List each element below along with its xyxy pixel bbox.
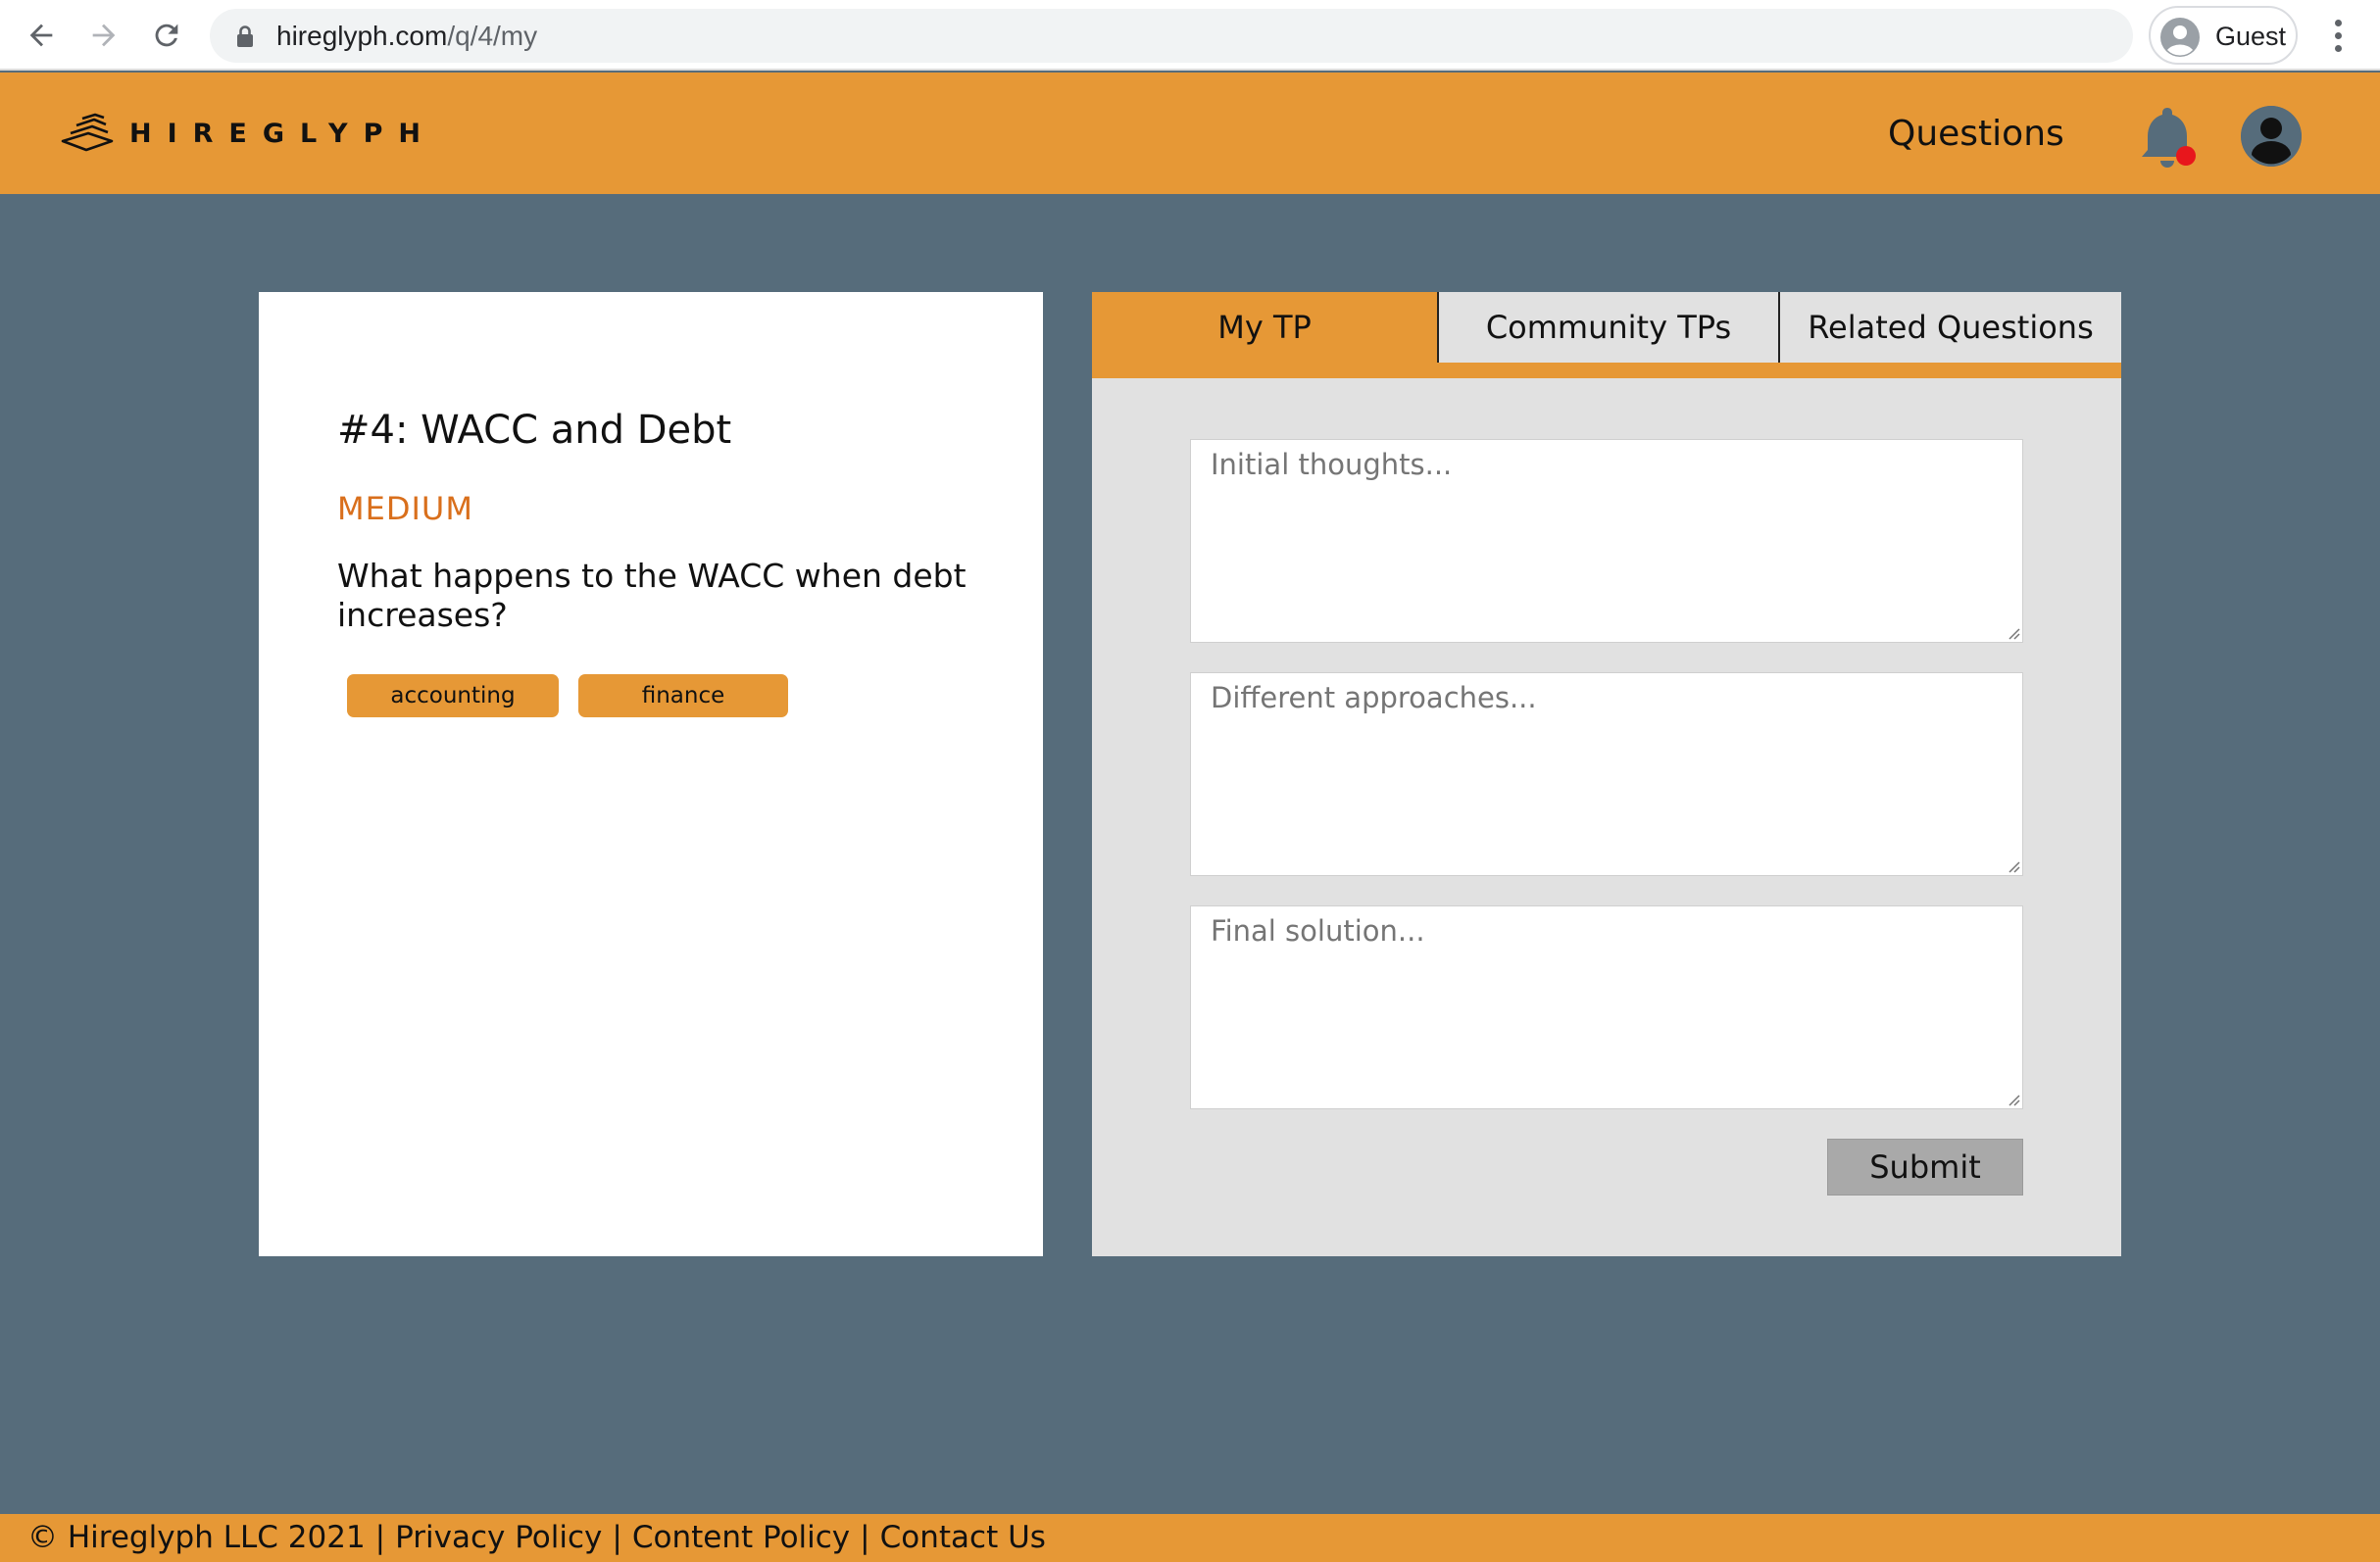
browser-toolbar: hireglyph.com/q/4/my Guest (0, 0, 2380, 71)
difficulty-label: MEDIUM (337, 490, 473, 527)
initial-thoughts-field[interactable]: Initial thoughts... (1190, 439, 2023, 643)
lock-icon (237, 25, 253, 47)
tag-finance[interactable]: finance (578, 674, 788, 717)
logo-stack-icon (61, 113, 114, 152)
resize-grip-icon[interactable] (2005, 857, 2020, 873)
resize-grip-icon[interactable] (2005, 1091, 2020, 1106)
url-text: hireglyph.com/q/4/my (276, 21, 537, 52)
contact-us-link[interactable]: Contact Us (880, 1520, 1046, 1555)
notification-bell-icon[interactable] (2133, 102, 2202, 172)
different-approaches-placeholder: Different approaches... (1211, 681, 1537, 714)
question-text: What happens to the WACC when debt incre… (337, 557, 967, 634)
address-bar[interactable]: hireglyph.com/q/4/my (210, 9, 2133, 63)
reload-icon[interactable] (145, 14, 188, 57)
forward-arrow-icon[interactable] (82, 14, 125, 57)
more-vert-icon[interactable] (2323, 14, 2353, 57)
url-path: /q/4/my (447, 21, 538, 51)
tab-bar: My TP Community TPs Related Questions (1092, 292, 2121, 363)
tab-underline (1092, 363, 2121, 378)
url-host: hireglyph.com (276, 21, 448, 51)
different-approaches-field[interactable]: Different approaches... (1190, 672, 2023, 876)
content-policy-link[interactable]: Content Policy (632, 1520, 850, 1555)
back-arrow-icon[interactable] (20, 14, 63, 57)
tab-related-questions[interactable]: Related Questions (1778, 292, 2121, 363)
user-avatar-icon[interactable] (2241, 106, 2302, 167)
footer-separator: | (374, 1520, 386, 1555)
initial-thoughts-placeholder: Initial thoughts... (1211, 448, 1453, 481)
nav-questions-link[interactable]: Questions (1888, 114, 2064, 154)
tag-accounting[interactable]: accounting (347, 674, 559, 717)
footer-separator: | (612, 1520, 622, 1555)
final-solution-placeholder: Final solution... (1211, 914, 1425, 948)
profile-button[interactable]: Guest (2149, 6, 2298, 65)
logo-text: HIREGLYPH (129, 118, 436, 149)
final-solution-field[interactable]: Final solution... (1190, 905, 2023, 1109)
app-header: HIREGLYPH Questions (0, 73, 2380, 194)
profile-label: Guest (2215, 22, 2287, 51)
tab-community-tps[interactable]: Community TPs (1437, 292, 1778, 363)
copyright-text: © Hireglyph LLC 2021 (27, 1520, 366, 1555)
footer-separator: | (860, 1520, 870, 1555)
footer-text: © Hireglyph LLC 2021 | Privacy Policy | Cont… (27, 1520, 1046, 1555)
question-title: #4: WACC and Debt (337, 408, 732, 453)
submit-button[interactable]: Submit (1827, 1139, 2023, 1196)
answer-panel: My TP Community TPs Related Questions In… (1092, 292, 2121, 1256)
tab-my-tp[interactable]: My TP (1092, 292, 1437, 363)
profile-icon (2160, 18, 2200, 57)
tag-list: accounting finance (347, 674, 788, 717)
logo[interactable]: HIREGLYPH (59, 112, 436, 155)
question-card: #4: WACC and Debt MEDIUM What happens to… (259, 292, 1043, 1256)
resize-grip-icon[interactable] (2005, 624, 2020, 640)
footer: © Hireglyph LLC 2021 | Privacy Policy | Cont… (0, 1514, 2380, 1562)
privacy-policy-link[interactable]: Privacy Policy (395, 1520, 602, 1555)
